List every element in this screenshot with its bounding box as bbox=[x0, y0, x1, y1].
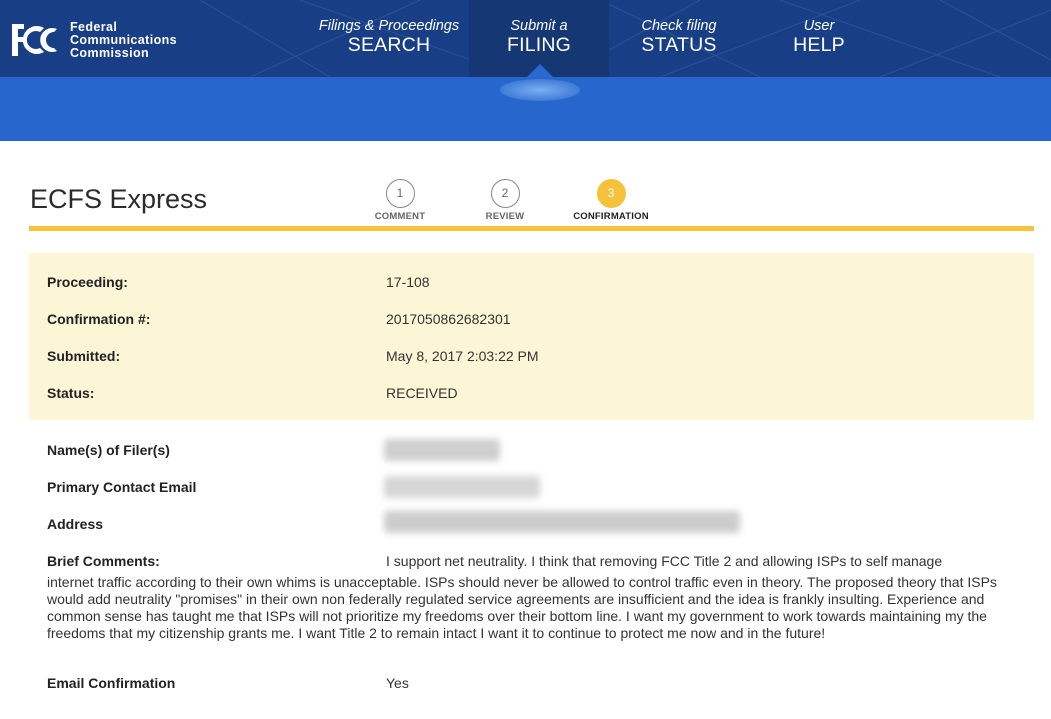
fcc-logo-icon bbox=[12, 24, 57, 56]
comments-text-first-line: I support net neutrality. I think that r… bbox=[386, 553, 943, 569]
agency-name: Federal Communications Commission bbox=[70, 19, 177, 60]
filer-label: Name(s) of Filer(s) bbox=[47, 442, 170, 458]
confirmation-label: Confirmation #: bbox=[47, 311, 151, 327]
progress-rule bbox=[29, 226, 1034, 231]
email-label: Primary Contact Email bbox=[47, 479, 197, 495]
nav-help-subtitle: User bbox=[803, 18, 835, 34]
proceeding-value: 17-108 bbox=[386, 274, 430, 290]
step-comment[interactable]: 1 COMMENT bbox=[355, 179, 445, 222]
step-review[interactable]: 2 REVIEW bbox=[460, 179, 550, 222]
nav-help-title: HELP bbox=[793, 34, 845, 56]
step-number: 1 bbox=[385, 179, 415, 208]
status-label: Status: bbox=[47, 385, 95, 401]
nav-filing-title: FILING bbox=[506, 34, 572, 56]
nav-help[interactable]: User HELP bbox=[749, 0, 889, 77]
nav-status-title: STATUS bbox=[641, 34, 717, 56]
nav-search-subtitle: Filings & Proceedings bbox=[318, 18, 460, 34]
step-confirmation: 3 CONFIRMATION bbox=[566, 179, 656, 222]
agency-name-line: Commission bbox=[70, 45, 150, 60]
nav-search[interactable]: Filings & Proceedings SEARCH bbox=[316, 0, 462, 77]
agency-name-line: Federal bbox=[70, 19, 118, 34]
step-label: CONFIRMATION bbox=[573, 211, 649, 222]
fcc-logo[interactable]: Federal Communications Commission bbox=[10, 20, 177, 60]
redacted-email bbox=[384, 476, 540, 498]
step-label: COMMENT bbox=[374, 211, 426, 222]
band-glow bbox=[500, 79, 580, 101]
address-label: Address bbox=[47, 516, 104, 532]
page-title: ECFS Express bbox=[30, 184, 208, 214]
agency-name-line: Communications bbox=[70, 32, 177, 47]
confirmation-value: 2017050862682301 bbox=[386, 311, 511, 327]
submitted-label: Submitted: bbox=[47, 348, 121, 364]
email-confirmation-value: Yes bbox=[386, 675, 409, 691]
status-value: RECEIVED bbox=[386, 385, 458, 401]
proceeding-label: Proceeding: bbox=[47, 274, 128, 290]
email-confirmation-label: Email Confirmation bbox=[47, 675, 176, 691]
filing-summary bbox=[29, 253, 1034, 420]
redacted-address bbox=[384, 511, 740, 533]
step-number: 2 bbox=[490, 179, 520, 208]
step-label: REVIEW bbox=[485, 211, 525, 222]
submitted-value: May 8, 2017 2:03:22 PM bbox=[386, 348, 539, 364]
header-band bbox=[0, 77, 1051, 141]
comments-text: internet traffic according to their own … bbox=[47, 574, 997, 641]
step-number: 3 bbox=[596, 179, 626, 208]
comments-label: Brief Comments: bbox=[47, 553, 160, 569]
top-navigation: Federal Communications Commission Filing… bbox=[0, 0, 1051, 77]
nav-filing-subtitle: Submit a bbox=[510, 18, 568, 34]
nav-status-subtitle: Check filing bbox=[641, 18, 717, 34]
redacted-filer-name bbox=[384, 439, 500, 461]
active-nav-caret-icon bbox=[527, 64, 553, 77]
nav-search-title: SEARCH bbox=[347, 34, 431, 56]
nav-status[interactable]: Check filing STATUS bbox=[609, 0, 749, 77]
